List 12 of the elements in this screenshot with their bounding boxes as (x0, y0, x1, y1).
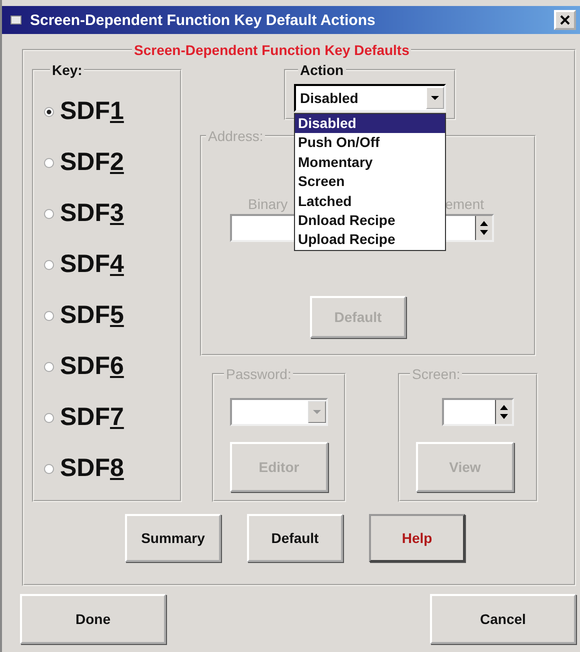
radio-label: SDF3 (60, 199, 124, 228)
radio-label: SDF2 (60, 148, 124, 177)
window-title: Screen-Dependent Function Key Default Actions (30, 12, 376, 28)
radio-label: SDF5 (60, 301, 124, 330)
radio-label: SDF8 (60, 454, 124, 483)
group-title: Action (299, 62, 345, 78)
group-title: Screen-Dependent Function Key Defaults (133, 42, 410, 58)
group-title: Key: (51, 62, 84, 78)
radio-label: SDF7 (60, 403, 124, 432)
radio-label: SDF4 (60, 250, 124, 279)
radio-label: SDF1 (60, 97, 124, 126)
radio-label: SDF6 (60, 352, 124, 381)
